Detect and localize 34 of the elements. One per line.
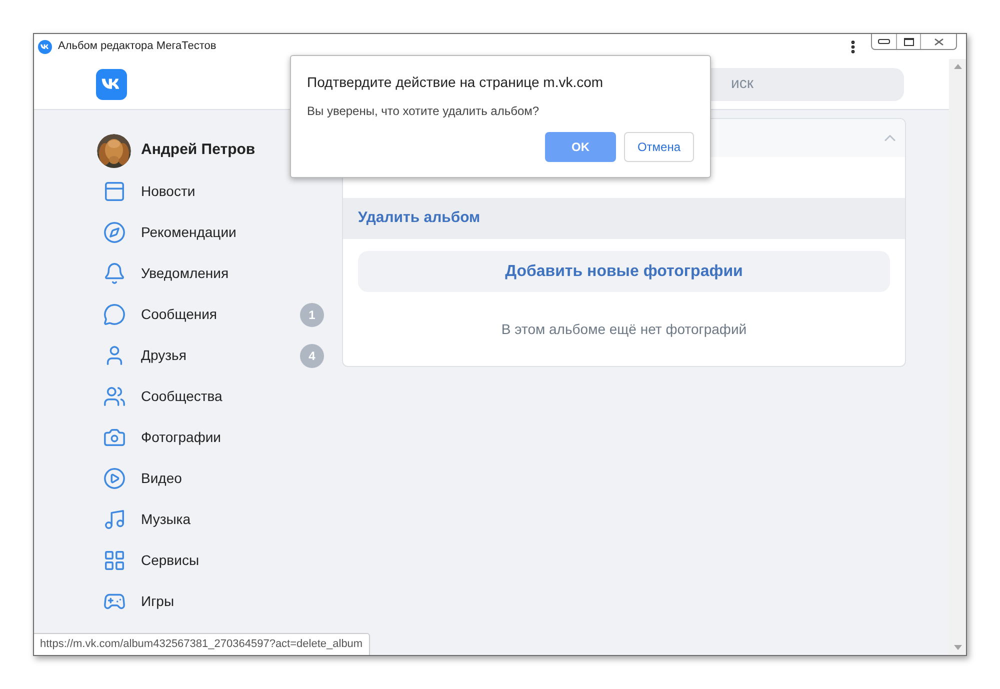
window-title: Альбом редактора МегаТестов xyxy=(58,39,216,54)
empty-album-message: В этом альбоме ещё нет фотографий xyxy=(500,320,748,339)
count-badge: 1 xyxy=(300,302,324,326)
sidebar-item[interactable]: Видео xyxy=(97,458,324,499)
menu-item[interactable]: Удалить альбом xyxy=(343,198,905,239)
compass-icon xyxy=(102,221,126,244)
status-url: https://m.vk.com/album432567381_270364597?act=delete_album xyxy=(34,633,370,655)
play-icon xyxy=(102,467,126,490)
people-icon xyxy=(102,385,126,408)
sidebar-item[interactable]: Сообщества xyxy=(97,376,324,417)
sidebar-item[interactable]: Рекомендации xyxy=(97,212,324,253)
grid-icon xyxy=(102,549,126,572)
camera-icon xyxy=(102,426,126,449)
sidebar-item[interactable]: Новости xyxy=(97,171,324,212)
vk-logo-icon xyxy=(96,68,127,100)
cancel-button[interactable]: Отмена xyxy=(624,132,694,162)
sidebar-item[interactable]: Друзья 4 xyxy=(97,335,324,376)
profile-item[interactable]: Андрей Петров xyxy=(97,130,324,171)
sidebar-item[interactable]: Фотографии xyxy=(97,417,324,458)
newspaper-icon xyxy=(102,180,126,203)
sidebar-item[interactable]: Сообщения 1 xyxy=(97,294,324,335)
site-logo-icon xyxy=(38,40,52,54)
count-badge: 4 xyxy=(300,344,324,368)
add-photos-button[interactable]: Добавить новые фотографии xyxy=(358,251,890,292)
sidebar-item[interactable]: Уведомления xyxy=(97,253,324,294)
music-note-icon xyxy=(102,508,126,531)
sidebar-item[interactable]: Игры xyxy=(97,581,324,622)
dialog-title: Подтвердите действие на странице m.vk.com xyxy=(307,73,604,92)
dialog-message: Вы уверены, что хотите удалить альбом? xyxy=(307,103,540,120)
sidebar-item[interactable]: Сервисы xyxy=(97,540,324,581)
sidebar-item[interactable]: Музыка xyxy=(97,499,324,540)
close-icon xyxy=(934,38,944,46)
bell-icon xyxy=(102,262,126,285)
speech-bubble-icon xyxy=(102,303,126,326)
